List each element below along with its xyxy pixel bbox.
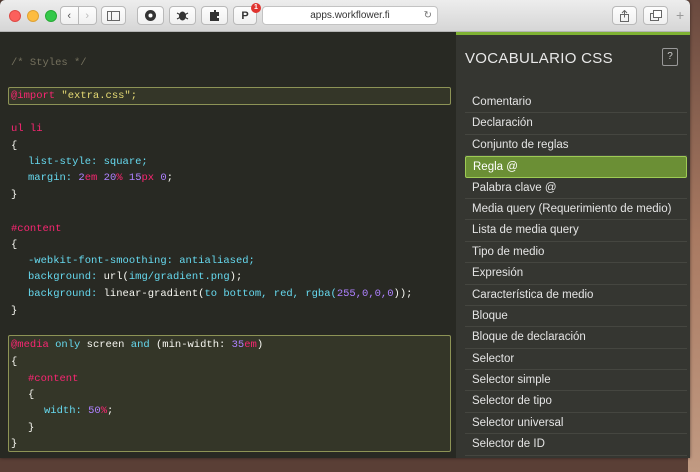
vocabulary-item[interactable]: Tipo de medio (465, 242, 687, 264)
code-selector-content[interactable]: #content (28, 372, 78, 386)
vocabulary-item[interactable]: Lista de media query (465, 220, 687, 242)
code-brace[interactable]: { (28, 388, 34, 402)
vocabulary-item[interactable]: Regla @ (465, 156, 687, 178)
code-brace[interactable]: } (11, 188, 17, 202)
reload-icon[interactable]: ↻ (424, 7, 432, 24)
code-brace[interactable]: { (11, 139, 17, 153)
code-decl-width[interactable]: width: 50%; (44, 404, 113, 418)
vocabulary-item[interactable]: Declaración (465, 113, 687, 135)
chevron-right-icon: › (85, 9, 90, 22)
code-media-query[interactable]: @media only screen and (min-width: 35em) (11, 338, 263, 352)
code-brace[interactable]: } (11, 304, 17, 318)
vocabulary-item[interactable]: Selector universal (465, 413, 687, 435)
highlight-media-rule[interactable] (8, 335, 451, 452)
code-selector-ul-li[interactable]: ul li (11, 122, 43, 136)
help-button[interactable]: ? (662, 48, 678, 66)
code-selector-content[interactable]: #content (11, 222, 61, 236)
vocabulary-item[interactable]: Selector (465, 349, 687, 371)
extension-eye-button[interactable] (137, 6, 164, 25)
notification-badge: 1 (251, 3, 261, 13)
code-comment[interactable]: /* Styles */ (11, 56, 87, 70)
vocabulary-item[interactable]: Bloque de declaración (465, 327, 687, 349)
sidebar-title: VOCABULARIO CSS (465, 50, 613, 67)
new-tab-button[interactable]: + (676, 7, 684, 23)
vocabulary-list: Comentario Declaración Conjunto de reglas R… (465, 92, 687, 456)
vocabulary-item[interactable]: Bloque (465, 306, 687, 328)
vocabulary-item[interactable]: Selector simple (465, 370, 687, 392)
p-icon: P (241, 9, 249, 22)
puzzle-icon (210, 10, 219, 21)
code-decl-list-style[interactable]: list-style: square; (28, 155, 148, 169)
url-text: apps.workflower.fi (310, 10, 390, 21)
code-brace[interactable]: } (28, 421, 34, 435)
code-editor[interactable]: /* Styles */ @import "extra.css"; ul li … (0, 32, 456, 458)
browser-toolbar: ‹ › P 1 apps.workflower.fi ↻ + (0, 0, 690, 32)
close-window-button[interactable] (9, 10, 21, 22)
forward-button[interactable]: › (78, 6, 97, 25)
vocabulary-item[interactable]: Selector de tipo (465, 391, 687, 413)
vocabulary-item[interactable]: Selector de ID (465, 434, 687, 456)
address-bar[interactable]: apps.workflower.fi ↻ (262, 6, 438, 25)
code-decl-smoothing[interactable]: -webkit-font-smoothing: antialiased; (28, 254, 255, 268)
share-icon (620, 9, 629, 22)
zoom-window-button[interactable] (45, 10, 57, 22)
vocabulary-item[interactable]: Comentario (465, 92, 687, 114)
browser-window: ‹ › P 1 apps.workflower.fi ↻ + /* Styles… (0, 0, 690, 458)
back-button[interactable]: ‹ (60, 6, 79, 25)
share-button[interactable] (612, 6, 637, 25)
tabs-button[interactable] (643, 6, 668, 25)
eye-icon (145, 10, 156, 21)
accent-bar (456, 32, 690, 35)
extension-puzzle-button[interactable] (201, 6, 228, 25)
minimize-window-button[interactable] (27, 10, 39, 22)
code-decl-bg-gradient[interactable]: background: linear-gradient(to bottom, r… (28, 287, 412, 301)
sidebar-icon (107, 10, 120, 21)
code-brace[interactable]: { (11, 238, 17, 252)
sidebar-toggle-button[interactable] (101, 6, 126, 25)
vocabulary-item[interactable]: Expresión (465, 263, 687, 285)
bug-icon (176, 11, 189, 21)
code-decl-bg-url[interactable]: background: url(img/gradient.png); (28, 270, 242, 284)
vocabulary-item[interactable]: Palabra clave @ (465, 178, 687, 199)
tabs-icon (649, 10, 662, 21)
vocabulary-sidebar: VOCABULARIO CSS ? Comentario Declaración C… (456, 32, 690, 458)
extension-bug-button[interactable] (169, 6, 196, 25)
code-brace[interactable]: } (11, 437, 17, 451)
code-import-line[interactable]: @import "extra.css"; (11, 89, 137, 103)
vocabulary-item[interactable]: Característica de medio (465, 285, 687, 306)
back-forward-group: ‹ › (60, 6, 97, 25)
vocabulary-item[interactable]: Conjunto de reglas (465, 135, 687, 157)
code-brace[interactable]: { (11, 355, 17, 369)
chevron-left-icon: ‹ (67, 9, 72, 22)
vocabulary-item[interactable]: Media query (Requerimiento de medio) (465, 199, 687, 221)
code-decl-margin[interactable]: margin: 2em 20% 15px 0; (28, 171, 173, 185)
